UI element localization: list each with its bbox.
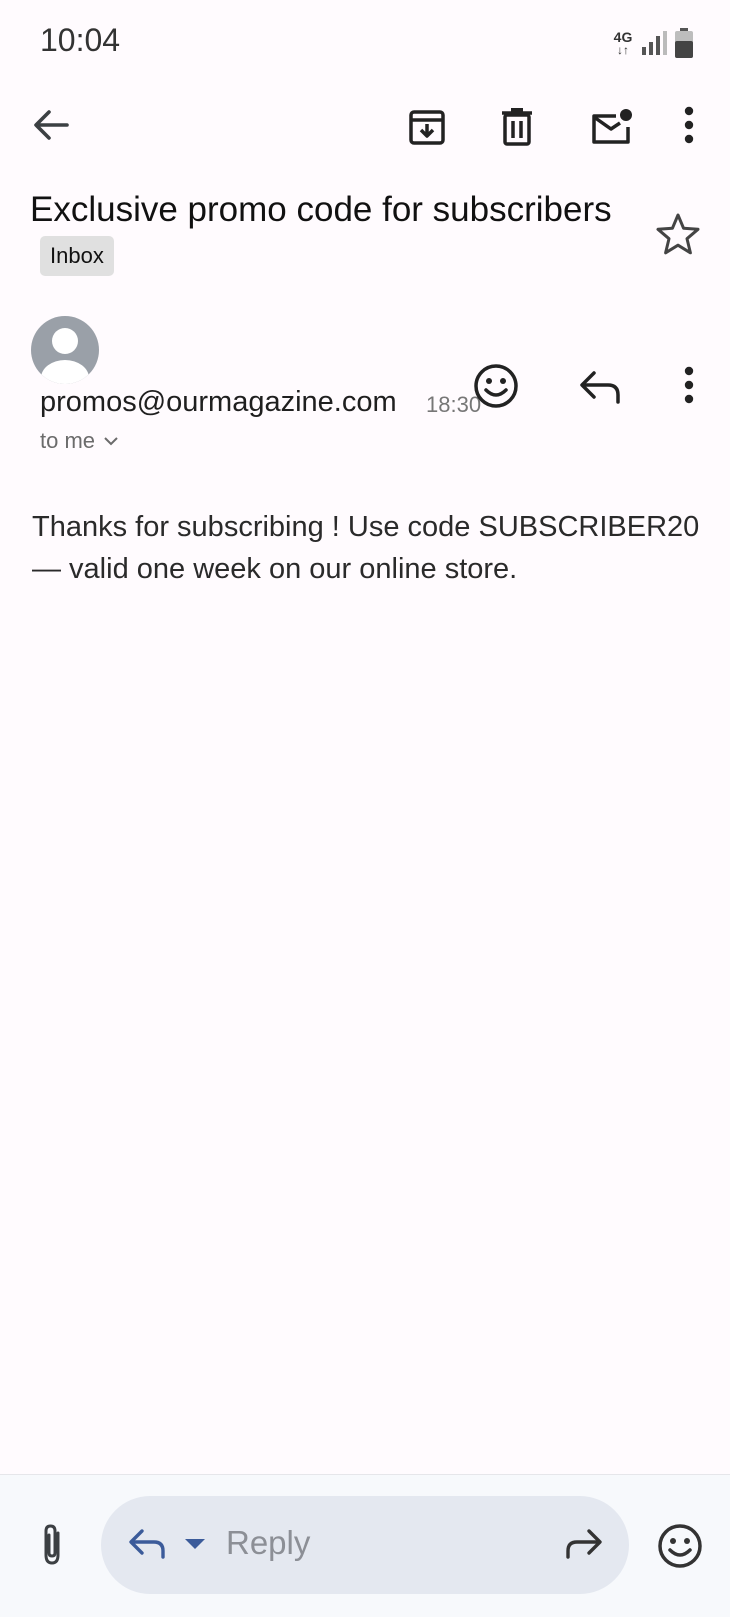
reply-button[interactable]: [574, 362, 626, 412]
network-indicator: 4G ↓↑: [612, 28, 634, 57]
forward-button[interactable]: [558, 1522, 608, 1566]
more-vert-icon: [684, 366, 694, 404]
chevron-down-icon: [104, 437, 118, 446]
back-arrow-icon: [34, 110, 69, 140]
person-icon: [41, 328, 89, 384]
forward-icon: [566, 1529, 602, 1559]
network-type: 4G: [613, 28, 633, 45]
sender-avatar[interactable]: [31, 316, 99, 384]
sender-email: promos@ourmagazine.com: [40, 386, 397, 418]
status-time: 10:04: [40, 22, 121, 58]
reply-input[interactable]: [101, 1496, 629, 1594]
emoji-icon: [658, 1524, 702, 1568]
delete-icon: [502, 108, 532, 146]
reply-mode-dropdown[interactable]: [182, 1532, 208, 1556]
email-body: Thanks for subscribing ! Use code SUBSCR…: [32, 511, 700, 585]
status-icons: 4G ↓↑: [612, 26, 694, 60]
data-arrows-icon: ↓↑: [617, 42, 629, 57]
battery-icon: [675, 28, 693, 58]
attachment-icon: [44, 1524, 60, 1565]
mark-unread-icon: [592, 109, 632, 144]
reply-icon: [129, 1529, 165, 1559]
reply-placeholder[interactable]: Reply: [226, 1524, 310, 1562]
add-reaction-button[interactable]: [470, 360, 522, 412]
emoji-icon: [474, 364, 518, 408]
attach-button[interactable]: [30, 1520, 74, 1570]
reply-mode-icon-wrap[interactable]: [126, 1522, 170, 1566]
reply-icon: [580, 371, 620, 404]
star-icon: [656, 213, 700, 255]
more-vert-icon: [684, 106, 694, 144]
archive-icon: [409, 110, 445, 145]
signal-icon: [642, 31, 667, 55]
delete-button[interactable]: [492, 102, 542, 152]
more-options-button[interactable]: [664, 100, 714, 150]
caret-down-icon: [185, 1539, 205, 1549]
star-button[interactable]: [650, 206, 706, 262]
archive-button[interactable]: [402, 102, 452, 152]
emoji-button[interactable]: [654, 1520, 706, 1572]
email-subject: Exclusive promo code for subscribers: [30, 190, 612, 229]
recipient-details-toggle[interactable]: to me: [40, 428, 119, 454]
message-more-button[interactable]: [664, 360, 714, 410]
mark-unread-button[interactable]: [584, 102, 640, 152]
back-button[interactable]: [26, 100, 76, 150]
inbox-label-chip[interactable]: Inbox: [40, 236, 114, 276]
recipient-label: to me: [40, 428, 96, 453]
